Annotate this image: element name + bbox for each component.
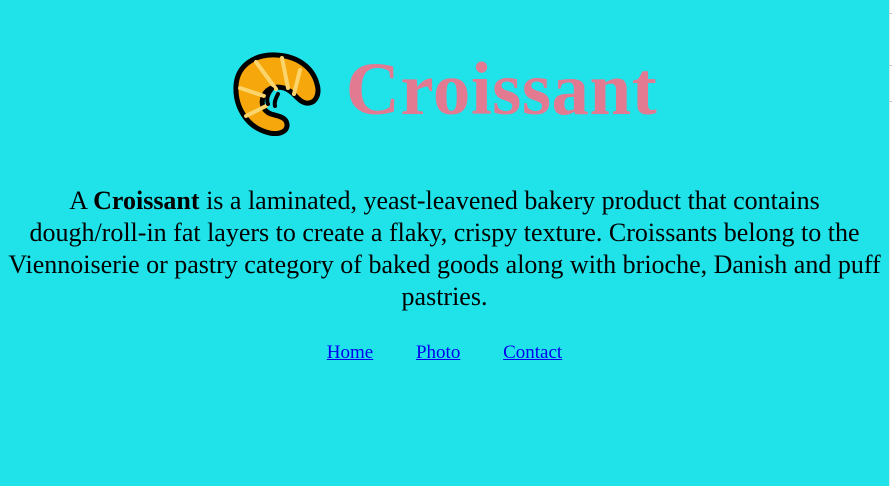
nav-link-photo[interactable]: Photo bbox=[416, 342, 460, 363]
description-highlight: Croissant bbox=[93, 186, 200, 215]
description-paragraph: A Croissant is a laminated, yeast-leaven… bbox=[0, 185, 889, 313]
description-lead: A bbox=[69, 186, 94, 215]
header: Croissant bbox=[0, 40, 889, 140]
croissant-icon bbox=[233, 52, 321, 136]
page-viewport: Croissant A Croissant is a laminated, ye… bbox=[0, 0, 889, 486]
page-title: Croissant bbox=[345, 48, 658, 131]
nav-links: Home Photo Contact bbox=[0, 339, 889, 367]
nav-link-contact[interactable]: Contact bbox=[503, 342, 562, 363]
nav-link-home[interactable]: Home bbox=[327, 342, 373, 363]
